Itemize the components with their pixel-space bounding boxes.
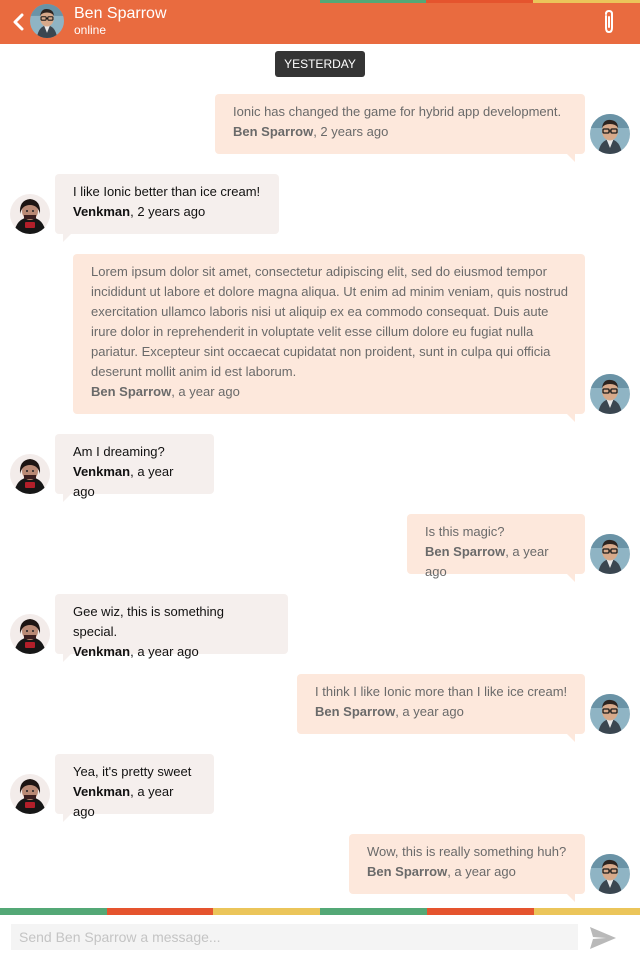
message-text: Wow, this is really something huh? [367,844,567,859]
message-meta: Venkman, a year ago [73,462,197,502]
sender-avatar [590,114,630,154]
contact-name: Ben Sparrow [74,5,167,22]
color-stripe [320,0,426,3]
message-author: Ben Sparrow [91,384,172,399]
message-meta: Ben Sparrow, a year ago [425,542,568,582]
message-text: Lorem ipsum dolor sit amet, consectetur … [91,264,568,379]
color-stripe [426,0,533,3]
message-time: , a year ago [171,384,240,399]
message-bubble-sent: Wow, this is really something huh? Ben S… [349,834,585,902]
message-input[interactable] [11,924,578,950]
sender-avatar [590,374,630,414]
message-time: , a year ago [130,644,199,659]
message-text: Ionic has changed the game for hybrid ap… [233,104,562,119]
sender-avatar [590,854,630,894]
message-author: Venkman [73,464,131,479]
message-text: Is this magic? [425,524,505,539]
color-stripe [107,908,213,915]
message-bubble-received: I like Ionic better than ice cream! Venk… [55,174,279,242]
message-text: Yea, it's pretty sweet [73,764,192,779]
message-meta: Ben Sparrow, a year ago [91,382,568,402]
day-separator: YESTERDAY [275,51,365,77]
contact-status: online [74,23,107,37]
message-bubble-sent: Lorem ipsum dolor sit amet, consectetur … [73,254,585,422]
message-author: Venkman [73,644,131,659]
message-author: Venkman [73,784,131,799]
message-bubble-sent: Ionic has changed the game for hybrid ap… [215,94,585,162]
color-stripe [534,908,640,915]
color-stripe [0,908,107,915]
message-composer [0,915,640,960]
sender-avatar [590,534,630,574]
send-icon [590,927,616,949]
message-author: Ben Sparrow [425,544,506,559]
message-time: , a year ago [447,864,516,879]
message-bubble-sent: Is this magic? Ben Sparrow, a year ago [407,514,585,582]
message-time: , 2 years ago [313,124,389,139]
message-bubble-received: Gee wiz, this is something special. Venk… [55,594,288,662]
sender-avatar [10,774,50,814]
message-meta: Venkman, 2 years ago [73,202,262,222]
sender-avatar [590,694,630,734]
message-meta: Ben Sparrow, 2 years ago [233,122,568,142]
color-stripe [320,908,427,915]
message-bubble-received: Am I dreaming? Venkman, a year ago [55,434,214,502]
sender-avatar [10,614,50,654]
chat-header: Ben Sparrow online [0,0,640,44]
message-author: Ben Sparrow [367,864,448,879]
message-text: Am I dreaming? [73,444,165,459]
message-meta: Venkman, a year ago [73,642,271,662]
message-text: I like Ionic better than ice cream! [73,184,261,199]
message-bubble-sent: I think I like Ionic more than I like ic… [297,674,585,742]
message-time: , 2 years ago [130,204,206,219]
attach-button[interactable] [598,8,620,36]
message-author: Ben Sparrow [315,704,396,719]
message-text: Gee wiz, this is something special. [73,604,225,639]
contact-avatar[interactable] [30,4,64,38]
message-text: I think I like Ionic more than I like ic… [315,684,568,699]
sender-avatar [10,454,50,494]
message-time: , a year ago [395,704,464,719]
message-meta: Ben Sparrow, a year ago [367,862,568,882]
color-stripe [427,908,534,915]
message-meta: Venkman, a year ago [73,782,197,822]
chevron-left-icon [13,13,24,31]
message-author: Venkman [73,204,131,219]
send-button[interactable] [588,925,618,951]
back-button[interactable] [9,10,27,34]
color-stripe [213,908,320,915]
sender-avatar [10,194,50,234]
message-bubble-received: Yea, it's pretty sweet Venkman, a year a… [55,754,214,822]
message-author: Ben Sparrow [233,124,314,139]
color-stripe [533,0,640,3]
paperclip-icon [605,9,613,34]
message-meta: Ben Sparrow, a year ago [315,702,568,722]
